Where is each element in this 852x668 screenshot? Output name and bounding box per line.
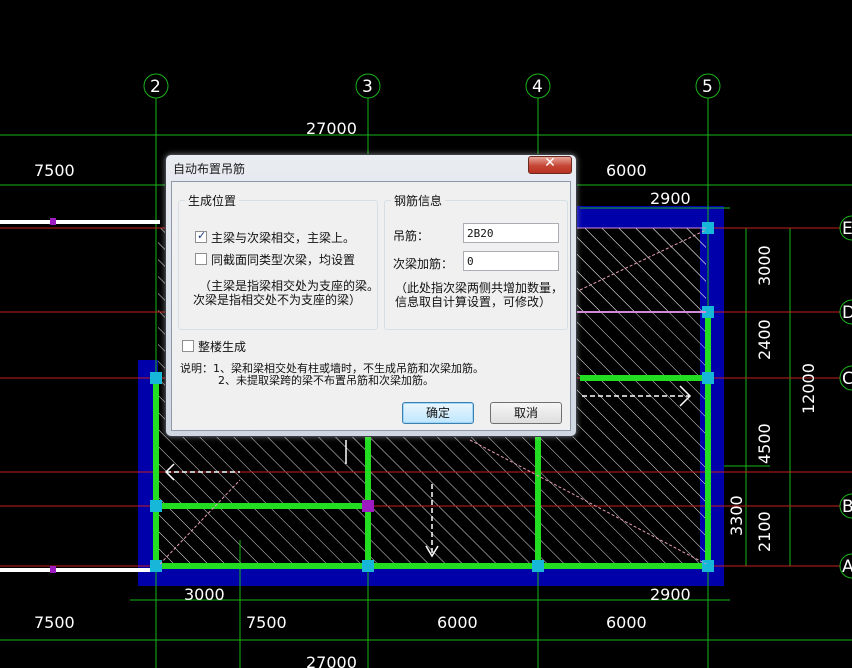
- dialog-titlebar[interactable]: 自动布置吊筋 ✕: [166, 155, 576, 179]
- same-section-label[interactable]: 同截面同类型次梁，均设置: [211, 251, 355, 268]
- dim-bottom-mid1: 7500: [246, 613, 287, 632]
- column: [532, 560, 544, 572]
- dim-bottom-left-outer: 7500: [34, 613, 75, 632]
- column: [150, 372, 162, 384]
- ok-button[interactable]: 确定: [402, 402, 474, 424]
- same-section-checkbox[interactable]: [195, 253, 207, 265]
- dim-right-total: 12000: [799, 363, 818, 414]
- axis-bubble-5: 5: [702, 77, 713, 97]
- dim-top-right: 6000: [606, 161, 647, 180]
- close-icon: ✕: [544, 155, 556, 171]
- dim-right-4: 2100: [755, 511, 774, 552]
- column-selected: [362, 500, 374, 512]
- main-beam-label[interactable]: 主梁与次梁相交，主梁上。: [211, 229, 355, 246]
- column: [702, 372, 714, 384]
- dim-right-1: 3000: [755, 245, 774, 286]
- row-bubble-d: D: [842, 303, 852, 323]
- position-group: 生成位置 主梁与次梁相交，主梁上。 同截面同类型次梁，均设置 （主梁是指梁相交处…: [178, 192, 379, 330]
- dim-right-2: 2400: [755, 319, 774, 360]
- row-bubble-a: A: [842, 557, 852, 577]
- dim-top-sub: 2900: [650, 189, 691, 208]
- position-group-legend: 生成位置: [185, 192, 240, 209]
- dim-right-3: 4500: [755, 423, 774, 464]
- secondary-rebar-input[interactable]: [463, 251, 559, 271]
- hanger-label: 吊筋：: [393, 229, 430, 243]
- dim-bottom-sub-left: 3000: [184, 585, 225, 604]
- dim-top-left: 7500: [34, 161, 75, 180]
- description-line2: 2、未提取梁跨的梁不布置吊筋和次梁加筋。: [218, 374, 434, 387]
- axis-bubble-3: 3: [362, 77, 373, 97]
- auto-hanger-dialog: 自动布置吊筋 ✕ 生成位置 主梁与次梁相交，主梁上。 同截面同类型次梁，均设置 …: [165, 154, 577, 437]
- dialog-title: 自动布置吊筋: [173, 162, 246, 176]
- column: [362, 560, 374, 572]
- row-bubble-e: E: [842, 219, 852, 239]
- cancel-button[interactable]: 取消: [490, 402, 562, 424]
- column-marker: [50, 566, 56, 573]
- dim-bottom-overall: 27000: [306, 653, 357, 668]
- rebar-group-legend: 钢筋信息: [391, 192, 446, 209]
- dim-right-5: 3300: [727, 495, 746, 536]
- whole-floor-checkbox[interactable]: [182, 340, 194, 352]
- close-button[interactable]: ✕: [528, 155, 572, 174]
- main-beam-checkbox[interactable]: [195, 229, 207, 243]
- rebar-note-line2: 信息取自计算设置，可修改）: [395, 295, 552, 309]
- whole-floor-label[interactable]: 整楼生成: [198, 338, 246, 355]
- dialog-body: 生成位置 主梁与次梁相交，主梁上。 同截面同类型次梁，均设置 （主梁是指梁相交处…: [171, 181, 571, 431]
- position-note-line2: 次梁是指相交处不为支座的梁）: [193, 293, 362, 307]
- secondary-rebar-label: 次梁加筋：: [393, 257, 454, 271]
- dim-top-overall: 27000: [306, 119, 357, 138]
- row-bubble-b: B: [842, 497, 852, 517]
- dim-bottom-mid3: 6000: [606, 613, 647, 632]
- dim-bottom-sub-right: 2900: [650, 585, 691, 604]
- axis-bubble-4: 4: [532, 77, 543, 97]
- column: [150, 560, 162, 572]
- column: [150, 500, 162, 512]
- column: [702, 560, 714, 572]
- axis-bubble-2: 2: [150, 77, 161, 97]
- dim-bottom-mid2: 6000: [437, 613, 478, 632]
- hanger-input[interactable]: [463, 223, 559, 243]
- column-marker: [50, 218, 56, 225]
- row-bubble-c: C: [842, 369, 852, 389]
- rebar-group: 钢筋信息 吊筋： 次梁加筋： （此处指次梁两侧共增加数量， 信息取自计算设置，可…: [384, 192, 568, 330]
